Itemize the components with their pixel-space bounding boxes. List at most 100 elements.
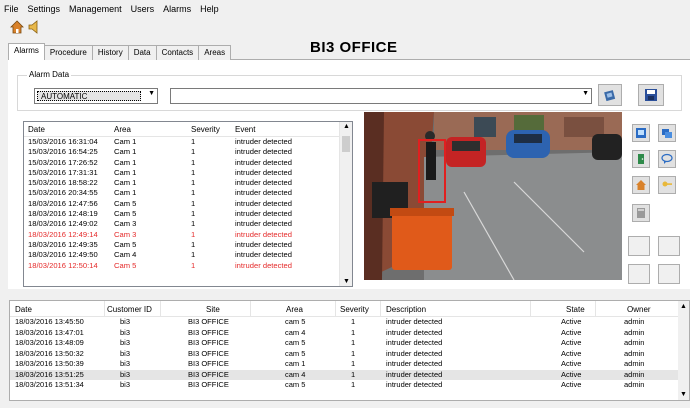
home-icon <box>636 180 646 190</box>
tab-alarms[interactable]: Alarms <box>8 43 45 60</box>
layout-cell-3[interactable] <box>628 264 650 284</box>
event-row[interactable]: 18/03/2016 12:49:14 Cam 3 1 intruder detect… <box>24 230 352 240</box>
tab-data[interactable]: Data <box>127 45 157 60</box>
event-row[interactable]: 18/03/2016 12:48:19 Cam 5 1 intruder detect… <box>24 209 352 219</box>
history-row[interactable]: 18/03/2016 13:50:39 bi3 BI3 OFFICE cam 1 1 in… <box>10 359 689 370</box>
menu-help[interactable]: Help <box>200 4 219 14</box>
history-customer-id: bi3 <box>120 380 131 389</box>
refresh-button[interactable] <box>598 84 622 106</box>
mode-dropdown[interactable]: AUTOMATIC ▼ <box>34 88 158 104</box>
event-row[interactable]: 15/03/2016 18:58:22 Cam 1 1 intruder detect… <box>24 178 352 188</box>
event-area: Cam 5 <box>114 260 137 270</box>
history-row[interactable]: 18/03/2016 13:51:34 bi3 BI3 OFFICE cam 5 1 in… <box>10 380 689 391</box>
event-row[interactable]: 15/03/2016 16:31:04 Cam 1 1 intruder detect… <box>24 137 352 147</box>
history-severity: 1 <box>351 317 356 326</box>
history-row[interactable]: 18/03/2016 13:47:01 bi3 BI3 OFFICE cam 4 1 in… <box>10 328 689 339</box>
refresh-icon <box>604 90 616 102</box>
event-area: Cam 1 <box>114 157 137 167</box>
history-row[interactable]: 18/03/2016 13:51:25 bi3 BI3 OFFICE cam 4 1 in… <box>10 369 689 380</box>
history-description: intruder detected <box>386 338 443 347</box>
event-date: 18/03/2016 12:49:02 <box>28 219 98 229</box>
keypad-button[interactable] <box>632 204 650 222</box>
event-row[interactable]: 15/03/2016 17:31:31 Cam 1 1 intruder detect… <box>24 168 352 178</box>
event-description: intruder detected <box>235 167 292 177</box>
menu-settings[interactable]: Settings <box>28 4 61 14</box>
history-scrollbar[interactable]: ▲ ▼ <box>678 301 689 400</box>
history-col-description[interactable]: Description <box>386 305 426 314</box>
history-col-severity[interactable]: Severity <box>340 305 369 314</box>
history-area: cam 5 <box>285 380 306 389</box>
speaker-icon[interactable] <box>27 20 41 34</box>
events-col-severity[interactable]: Severity <box>191 125 220 134</box>
history-col-owner[interactable]: Owner <box>627 305 651 314</box>
alarm-history-table[interactable]: Date Customer ID Site Area Severity Desc… <box>9 300 690 401</box>
event-area: Cam 5 <box>114 209 137 219</box>
history-customer-id: bi3 <box>120 327 131 337</box>
event-row[interactable]: 18/03/2016 12:47:56 Cam 5 1 intruder detect… <box>24 199 352 209</box>
layout-cell-2[interactable] <box>658 236 680 256</box>
home-button[interactable] <box>632 176 650 194</box>
secondary-dropdown[interactable]: ▼ <box>170 88 592 104</box>
event-description: intruder detected <box>235 250 292 260</box>
event-row[interactable]: 18/03/2016 12:49:35 Cam 5 1 intruder detect… <box>24 240 352 250</box>
key-button[interactable] <box>658 176 676 194</box>
history-area: cam 4 <box>285 369 306 379</box>
event-row[interactable]: 15/03/2016 16:54:25 Cam 1 1 intruder detect… <box>24 147 352 157</box>
event-severity: 1 <box>191 219 196 229</box>
door-icon <box>638 154 644 164</box>
event-row[interactable]: 18/03/2016 12:50:14 Cam 5 1 intruder detect… <box>24 261 352 271</box>
history-row[interactable]: 18/03/2016 13:45:50 bi3 BI3 OFFICE cam 5 1 in… <box>10 317 689 328</box>
events-col-area[interactable]: Area <box>114 125 131 134</box>
history-area: cam 5 <box>285 317 306 326</box>
history-col-site[interactable]: Site <box>206 305 220 314</box>
events-col-date[interactable]: Date <box>28 125 45 134</box>
events-scrollbar[interactable]: ▲ ▼ <box>339 122 352 286</box>
event-date: 15/03/2016 17:26:52 <box>28 157 98 167</box>
event-row[interactable]: 18/03/2016 12:49:50 Cam 4 1 intruder detect… <box>24 250 352 260</box>
chat-button[interactable] <box>658 150 676 168</box>
event-severity: 1 <box>191 260 196 270</box>
history-row[interactable]: 18/03/2016 13:48:09 bi3 BI3 OFFICE cam 5 1 in… <box>10 338 689 349</box>
tab-contacts[interactable]: Contacts <box>155 45 200 60</box>
scroll-down-icon[interactable]: ▼ <box>680 391 687 398</box>
event-date: 15/03/2016 20:34:55 <box>28 188 98 198</box>
events-col-event[interactable]: Event <box>235 125 255 134</box>
tab-procedure[interactable]: Procedure <box>43 45 93 60</box>
scroll-up-icon[interactable]: ▲ <box>343 123 350 130</box>
history-site: BI3 OFFICE <box>188 359 229 368</box>
events-list[interactable]: Date Area Severity Event 15/03/2016 16:3… <box>23 121 353 287</box>
event-row[interactable]: 18/03/2016 12:49:02 Cam 3 1 intruder detect… <box>24 219 352 229</box>
door-button[interactable] <box>632 150 650 168</box>
history-customer-id: bi3 <box>120 338 131 347</box>
scroll-down-icon[interactable]: ▼ <box>343 278 350 285</box>
history-col-customer-id[interactable]: Customer ID <box>107 305 152 314</box>
layout-cell-4[interactable] <box>658 264 680 284</box>
history-state: Active <box>561 369 582 379</box>
menu-file[interactable]: File <box>4 4 19 14</box>
scroll-up-icon[interactable]: ▲ <box>680 303 687 310</box>
history-col-state[interactable]: State <box>566 305 585 314</box>
event-row[interactable]: 15/03/2016 17:26:52 Cam 1 1 intruder detect… <box>24 158 352 168</box>
history-col-area[interactable]: Area <box>286 305 303 314</box>
menu-management[interactable]: Management <box>69 4 122 14</box>
events-scroll-thumb[interactable] <box>342 136 350 152</box>
menu-users[interactable]: Users <box>131 4 155 14</box>
menu-alarms[interactable]: Alarms <box>163 4 191 14</box>
save-button[interactable] <box>638 84 664 106</box>
event-row[interactable]: 15/03/2016 20:34:55 Cam 1 1 intruder detect… <box>24 188 352 198</box>
history-severity: 1 <box>351 369 356 379</box>
history-area: cam 5 <box>285 338 306 347</box>
history-state: Active <box>561 359 582 368</box>
history-row[interactable]: 18/03/2016 13:50:32 bi3 BI3 OFFICE cam 5 1 in… <box>10 349 689 360</box>
tab-areas[interactable]: Areas <box>198 45 232 60</box>
history-severity: 1 <box>351 348 356 358</box>
history-severity: 1 <box>351 359 356 368</box>
screen-button[interactable] <box>632 124 650 142</box>
multi-screen-button[interactable] <box>658 124 676 142</box>
tab-history[interactable]: History <box>91 45 129 60</box>
home-icon[interactable] <box>10 20 24 34</box>
history-col-date[interactable]: Date <box>15 305 32 314</box>
layout-cell-1[interactable] <box>628 236 650 256</box>
key-icon <box>662 181 672 187</box>
event-severity: 1 <box>191 209 196 219</box>
